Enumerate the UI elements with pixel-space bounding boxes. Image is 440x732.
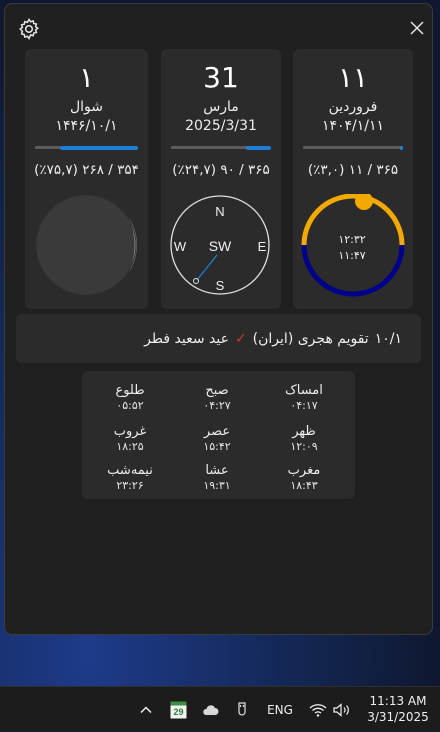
- compass-s: S: [216, 278, 225, 293]
- persian-month: فروردین: [328, 99, 378, 115]
- prayer-time: ۲۳:۲۶: [116, 479, 144, 492]
- prayer-name: امساک: [285, 383, 323, 398]
- calendar-tray-number: 29: [173, 707, 183, 717]
- prayer-time: ۱۸:۴۳: [290, 479, 318, 492]
- sun-clock-time-1: ۱۲:۳۲: [338, 233, 365, 246]
- hijri-year-progress: [35, 145, 138, 150]
- holiday-calendar: تقویم هجری (ایران): [252, 330, 369, 347]
- calendar-icon[interactable]: 29: [168, 687, 188, 732]
- language-indicator[interactable]: ENG: [263, 687, 297, 732]
- taskbar: 29 ENG 11:13 AM 3/31/2025: [0, 686, 440, 731]
- prayer-cell: ظهر ۱۲:۰۹: [259, 424, 349, 453]
- prayer-name: غروب: [113, 424, 147, 439]
- prayer-name: طلوع: [115, 383, 145, 398]
- compass-icon: N E S W SW: [170, 195, 270, 295]
- system-clock[interactable]: 11:13 AM 3/31/2025: [358, 693, 438, 725]
- prayer-name: عشا: [205, 463, 229, 478]
- gear-icon[interactable]: [17, 17, 41, 41]
- qibla-needle: [196, 254, 218, 281]
- moon-phase-icon: [35, 194, 137, 296]
- hijri-day: ۱: [78, 61, 95, 94]
- prayer-cell: امساک ۰۴:۱۷: [259, 383, 349, 412]
- prayer-cell: عصر ۱۵:۴۲: [172, 424, 262, 453]
- prayer-time: ۰۴:۱۷: [290, 399, 318, 412]
- gregorian-year-stats: ۳۶۵ / ۹۰ (٪۲۴,۷): [172, 162, 270, 178]
- prayer-time: ۱۸:۲۵: [116, 440, 144, 453]
- clock-time: 11:13 AM: [369, 694, 427, 708]
- clock-date: 3/31/2025: [367, 710, 429, 724]
- prayer-name: ظهر: [292, 424, 316, 439]
- qibla-compass-widget: N E S W SW: [161, 194, 281, 299]
- persian-year-progress: [303, 145, 403, 150]
- gregorian-date-card[interactable]: 31 مارس 2025/3/31 ۳۶۵ / ۹۰ (٪۲۴,۷) N E S…: [161, 49, 281, 309]
- prayer-name: عصر: [203, 424, 231, 439]
- prayer-time: ۰۴:۲۷: [203, 399, 231, 412]
- sun-clock-icon: ۱۲:۳۲ ۱۱:۴۷: [301, 192, 405, 297]
- prayer-cell: عشا ۱۹:۳۱: [172, 463, 262, 492]
- holiday-row[interactable]: عید سعید فطر ✓ تقویم هجری (ایران) ۱۰/۱: [16, 314, 421, 363]
- gregorian-month: مارس: [203, 99, 239, 115]
- cloud-icon[interactable]: [200, 687, 220, 732]
- compass-w: W: [174, 239, 187, 254]
- compass-e: E: [258, 239, 267, 254]
- prayer-time: ۰۵:۵۲: [116, 399, 144, 412]
- hijri-month: شوال: [69, 99, 104, 115]
- moon-phase-widget: [25, 194, 148, 299]
- holiday-date: ۱۰/۱: [374, 330, 402, 347]
- prayer-name: صبح: [205, 383, 229, 398]
- sun-clock-time-2: ۱۱:۴۷: [338, 249, 365, 262]
- hijri-year-stats: ۳۵۴ / ۲۶۸ (٪۷۵,۷): [34, 162, 139, 178]
- prayer-time: ۱۹:۳۱: [203, 479, 231, 492]
- calendar-panel: ۱ شوال ۱۴۴۶/۱۰/۱ ۳۵۴ / ۲۶۸ (٪۷۵,۷) 31 ما…: [4, 3, 433, 635]
- check-icon: ✓: [234, 330, 247, 347]
- compass-n: N: [215, 204, 224, 219]
- holiday-name: عید سعید فطر: [144, 330, 229, 347]
- prayer-cell: طلوع ۰۵:۵۲: [85, 383, 175, 412]
- prayer-time: ۱۲:۰۹: [290, 440, 318, 453]
- usb-icon[interactable]: [232, 687, 252, 732]
- prayer-times-grid: امساک ۰۴:۱۷ صبح ۰۴:۲۷ طلوع ۰۵:۵۲ ظهر ۱۲:…: [82, 371, 355, 499]
- gregorian-date: 2025/3/31: [185, 118, 257, 134]
- persian-day: ۱۱: [337, 61, 369, 94]
- persian-date-card[interactable]: ۱۱ فروردین ۱۴۰۴/۱/۱۱ ۳۶۵ / ۱۱ (٪۳,۰) ۱۲:…: [293, 49, 413, 309]
- chevron-up-icon[interactable]: [136, 687, 156, 732]
- prayer-name: نیمه‌شب: [107, 463, 153, 478]
- compass-direction: SW: [209, 238, 232, 254]
- hijri-date: ۱۴۴۶/۱۰/۱: [55, 118, 118, 134]
- prayer-cell: نیمه‌شب ۲۳:۲۶: [85, 463, 175, 492]
- close-icon[interactable]: [407, 18, 427, 38]
- prayer-cell: مغرب ۱۸:۴۳: [259, 463, 349, 492]
- persian-date: ۱۴۰۴/۱/۱۱: [321, 118, 385, 134]
- persian-year-stats: ۳۶۵ / ۱۱ (٪۳,۰): [307, 162, 399, 178]
- gregorian-year-progress: [171, 145, 271, 150]
- gregorian-day: 31: [203, 61, 239, 94]
- prayer-name: مغرب: [287, 463, 321, 478]
- sun-clock-widget: ۱۲:۳۲ ۱۱:۴۷: [293, 192, 413, 299]
- prayer-time: ۱۵:۴۲: [203, 440, 231, 453]
- wifi-icon[interactable]: [308, 687, 328, 732]
- prayer-cell: صبح ۰۴:۲۷: [172, 383, 262, 412]
- hijri-date-card[interactable]: ۱ شوال ۱۴۴۶/۱۰/۱ ۳۵۴ / ۲۶۸ (٪۷۵,۷): [25, 49, 148, 309]
- volume-icon[interactable]: [332, 687, 352, 732]
- sun-icon: [355, 192, 373, 210]
- prayer-cell: غروب ۱۸:۲۵: [85, 424, 175, 453]
